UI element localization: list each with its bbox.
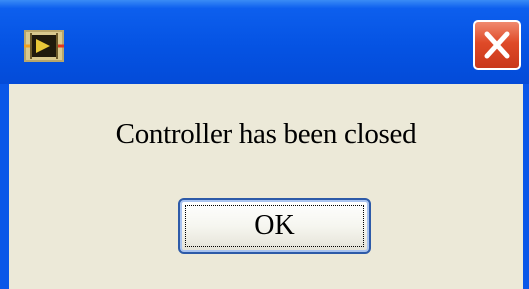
app-icon xyxy=(24,30,64,62)
dialog-message: Controller has been closed xyxy=(115,118,417,150)
dialog-body: Controller has been closed OK xyxy=(9,84,523,289)
window-border-right xyxy=(523,84,529,289)
ok-button-label: OK xyxy=(254,210,295,241)
dialog-window: Controller has been closed OK xyxy=(0,0,529,289)
title-bar[interactable] xyxy=(0,0,529,84)
close-button[interactable] xyxy=(473,20,521,70)
ok-button[interactable]: OK xyxy=(178,198,371,254)
